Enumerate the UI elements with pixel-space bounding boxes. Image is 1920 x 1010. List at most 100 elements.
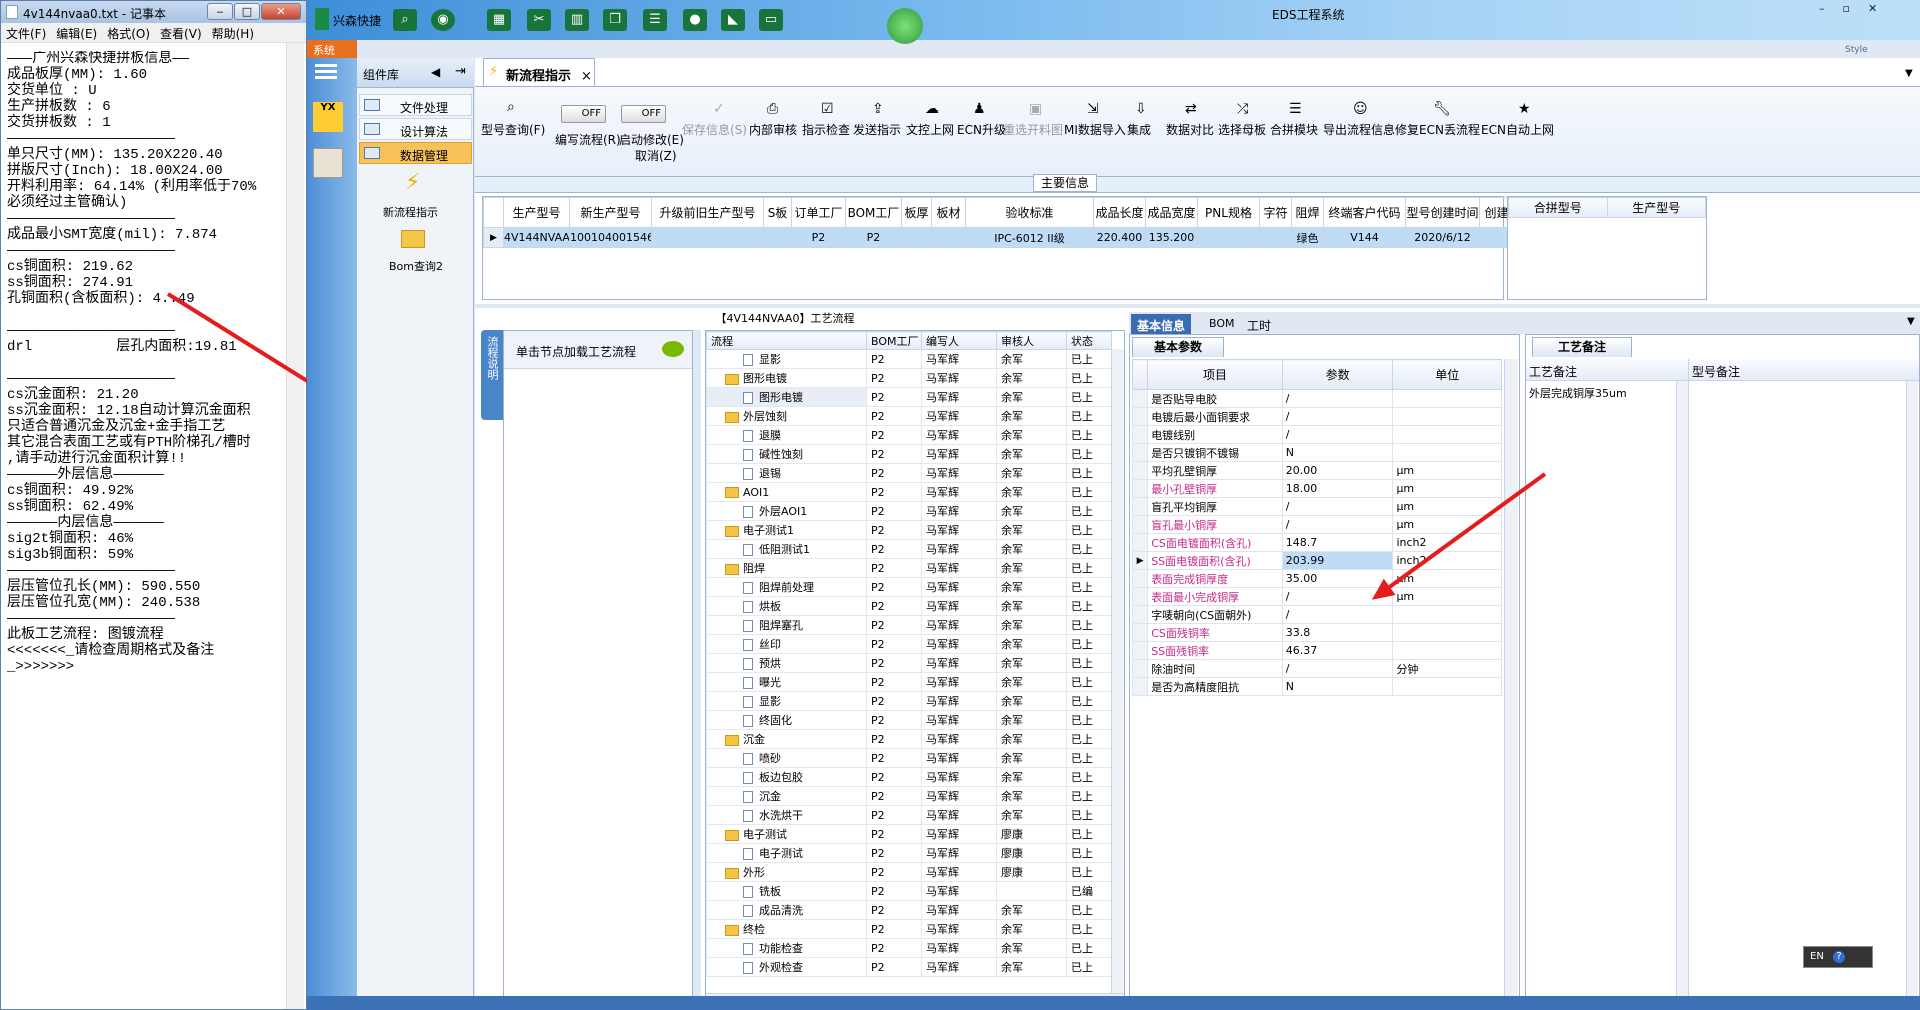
tree-node[interactable]: 碱性蚀刻 [706, 444, 867, 464]
ribbon-send-instruction[interactable]: 发送指示 [853, 121, 901, 138]
param-param[interactable]: N [1281, 677, 1394, 696]
tool-new-flow[interactable]: 新流程指示 [383, 204, 438, 220]
lightning-icon[interactable]: ⚡ [405, 170, 420, 195]
tab-basic-params[interactable]: 基本参数 [1132, 337, 1224, 357]
tree-row[interactable]: 退膜 P2 马军辉 余军 已上 [706, 425, 1112, 445]
tab-basic-info[interactable]: 基本信息 [1131, 314, 1192, 334]
param-param[interactable]: / [1281, 407, 1394, 426]
param-param[interactable]: / [1281, 425, 1394, 444]
tree-col-header[interactable]: 编写人 [921, 331, 997, 350]
notepad-titlebar[interactable]: 4v144nvaa0.txt - 记事本 ‒ □ ✕ [1, 1, 306, 23]
menu-view[interactable]: 查看(V) [155, 23, 207, 44]
tree-vertical-scrollbar[interactable] [1111, 349, 1124, 994]
param-row[interactable]: 是否贴导电胶 / [1131, 389, 1502, 408]
ribbon-ecn-auto-online[interactable]: ECN自动上网 [1481, 121, 1554, 138]
tab-dropdown-icon[interactable]: ▼ [1905, 68, 1913, 79]
ribbon-integrate[interactable]: 集成 [1127, 121, 1151, 138]
tree-node[interactable]: 成品清洗 [706, 900, 867, 920]
tree-row[interactable]: 外形 P2 马军辉 廖康 已上 [706, 862, 1112, 882]
tree-col-header[interactable]: 流程 [706, 331, 867, 350]
param-param[interactable]: / [1281, 389, 1394, 408]
table-cell[interactable]: V144 [1323, 227, 1406, 248]
yx-tool-icon[interactable]: YX [313, 102, 343, 132]
param-param[interactable]: 148.7 [1281, 533, 1394, 552]
maximize-button[interactable]: □ [234, 3, 260, 20]
tree-node[interactable]: 外层蚀刻 [706, 406, 867, 426]
style-label[interactable]: Style [1845, 45, 1868, 55]
tree-row[interactable]: 显影 P2 马军辉 余军 已上 [706, 349, 1112, 369]
tree-row[interactable]: 阻焊前处理 P2 马军辉 余军 已上 [706, 577, 1112, 597]
component-item-file[interactable]: 文件处理 [359, 94, 472, 116]
col-header[interactable]: 成品长度 [1093, 197, 1146, 228]
tree-row[interactable]: 显影 P2 马军辉 余军 已上 [706, 691, 1112, 711]
tab-labor-hours[interactable]: 工时 [1241, 314, 1277, 334]
tree-node[interactable]: 显影 [706, 691, 867, 711]
menu-edit[interactable]: 编辑(E) [51, 23, 102, 44]
tree-row[interactable]: AOI1 P2 马军辉 余军 已上 [706, 482, 1112, 502]
tree-row[interactable]: 功能检查 P2 马军辉 余军 已上 [706, 938, 1112, 958]
toggle-start-edit[interactable]: OFF [621, 105, 666, 123]
tab-new-flow[interactable]: ⚡ 新流程指示 × [483, 58, 595, 86]
col-header[interactable]: BOM工厂 [845, 197, 902, 228]
menu-format[interactable]: 格式(O) [102, 23, 155, 44]
table-cell[interactable]: P2 [845, 227, 902, 248]
minimize-button[interactable]: ‒ [207, 3, 233, 20]
param-param[interactable]: / [1281, 497, 1394, 516]
tree-row[interactable]: 曝光 P2 马军辉 余军 已上 [706, 672, 1112, 692]
tree-row[interactable]: 丝印 P2 马军辉 余军 已上 [706, 634, 1112, 654]
dropdown-icon[interactable]: ▼ [1907, 316, 1915, 327]
tree-row[interactable]: 碱性蚀刻 P2 马军辉 余军 已上 [706, 444, 1112, 464]
param-row[interactable]: 电镀后最小面铜要求 / [1131, 407, 1502, 426]
tool-bom-query[interactable]: Bom查询2 [389, 258, 443, 274]
col-header[interactable]: 生产型号 [503, 197, 570, 228]
tree-node[interactable]: 退膜 [706, 425, 867, 445]
param-param[interactable]: / [1281, 515, 1394, 534]
param-row[interactable]: 电镀线别 / [1131, 425, 1502, 444]
tree-row[interactable]: 外层AOI1 P2 马军辉 余军 已上 [706, 501, 1112, 521]
eds-titlebar[interactable]: 兴森快捷 ⌕ ◉ ▦ ✂ ▥ ❐ ☰ ● ◣ ▭ EDS工程系统 –▫✕ Sty… [307, 0, 1920, 55]
ribbon-instruction-check[interactable]: 指示检查 [802, 121, 850, 138]
tree-row[interactable]: 图形电镀 P2 马军辉 余军 已上 [706, 387, 1112, 407]
col-header[interactable]: 板材 [931, 197, 966, 228]
tree-row[interactable]: 外层蚀刻 P2 马军辉 余军 已上 [706, 406, 1112, 426]
system-tab[interactable]: 系统 [307, 40, 357, 58]
ribbon-data-compare[interactable]: 数据对比 [1166, 121, 1214, 138]
ribbon-internal-review[interactable]: 内部审核 [749, 121, 797, 138]
tree-row[interactable]: 低阻测试1 P2 马军辉 余军 已上 [706, 539, 1112, 559]
tree-row[interactable]: 沉金 P2 马军辉 余军 已上 [706, 786, 1112, 806]
tree-node[interactable]: 图形电镀 [706, 387, 867, 407]
tree-row[interactable]: 铣板 P2 马军辉 已编 [706, 881, 1112, 901]
splitter[interactable] [475, 304, 1920, 308]
param-row[interactable]: 表面完成铜厚度 35.00 μm [1131, 569, 1502, 588]
tree-node[interactable]: 预烘 [706, 653, 867, 673]
table-row[interactable]: ▶4V144NVAA010010400154665 P2P2 IPC-6012 II… [483, 227, 1526, 248]
window-controls[interactable]: –▫✕ [1819, 2, 1914, 16]
param-param[interactable]: 18.00 [1281, 479, 1394, 498]
tree-row[interactable]: 喷砂 P2 马军辉 余军 已上 [706, 748, 1112, 768]
tree-row[interactable]: 阻焊 P2 马军辉 余军 已上 [706, 558, 1112, 578]
tree-node[interactable]: 铣板 [706, 881, 867, 901]
table-cell[interactable] [651, 227, 764, 248]
tree-node[interactable]: 外形 [706, 862, 867, 882]
param-row[interactable]: 平均孔壁铜厚 20.00 μm [1131, 461, 1502, 480]
ribbon-save-info[interactable]: 保存信息(S) [682, 121, 747, 138]
tree-node[interactable]: 退锡 [706, 463, 867, 483]
tree-node[interactable]: AOI1 [706, 482, 867, 502]
tree-node[interactable]: 板边包胶 [706, 767, 867, 787]
param-col-header[interactable]: 项目 [1147, 359, 1283, 390]
param-param[interactable]: / [1281, 605, 1394, 624]
col-header[interactable]: 阻焊 [1291, 197, 1324, 228]
tree-node[interactable]: 沉金 [706, 729, 867, 749]
param-row[interactable]: 是否只镀铜不镀锡 N [1131, 443, 1502, 462]
col-header[interactable]: 终端客户代码 [1323, 197, 1406, 228]
tree-node[interactable]: 电子测试 [706, 824, 867, 844]
table-cell[interactable]: P2 [791, 227, 846, 248]
notepad-scrollbar[interactable] [286, 43, 304, 1009]
tree-row[interactable]: 板边包胶 P2 马军辉 余军 已上 [706, 767, 1112, 787]
col-header[interactable]: 成品宽度 [1145, 197, 1198, 228]
table-cell[interactable] [763, 227, 792, 248]
table-cell[interactable]: 10010400154665 [569, 227, 652, 248]
folder-icon[interactable] [401, 230, 425, 248]
col-header[interactable]: 字符 [1259, 197, 1292, 228]
tree-node[interactable]: 图形电镀 [706, 368, 867, 388]
